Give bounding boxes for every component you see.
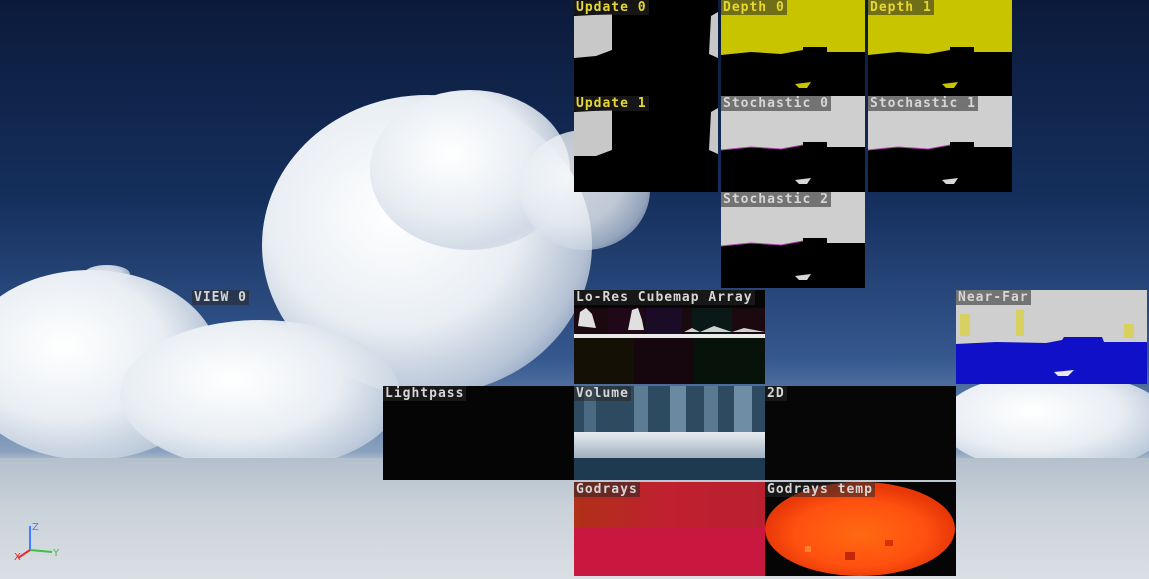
axis-z-label: Z — [32, 522, 39, 533]
axis-x-label: X — [14, 552, 21, 563]
panel-label: 2D — [765, 386, 787, 401]
panel-stochastic-2[interactable]: Stochastic 2 — [721, 192, 865, 288]
panel-label: Lo-Res Cubemap Array — [574, 290, 755, 305]
panel-label: Godrays temp — [765, 482, 875, 497]
panel-label: Stochastic 2 — [721, 192, 831, 207]
panel-depth-1[interactable]: Depth 1 — [868, 0, 1012, 96]
panel-stochastic-0[interactable]: Stochastic 0 — [721, 96, 865, 192]
cloud-bank-right — [940, 372, 1149, 472]
panel-label: Depth 1 — [868, 0, 934, 15]
panel-label: Stochastic 1 — [868, 96, 978, 111]
panel-lightpass[interactable]: Lightpass — [383, 386, 574, 480]
view-label: VIEW 0 — [192, 290, 249, 305]
panel-cubemap-array[interactable]: Lo-Res Cubemap Array — [574, 290, 765, 384]
panel-near-far[interactable]: Near-Far — [956, 290, 1147, 384]
panel-godrays[interactable]: Godrays — [574, 482, 765, 576]
panel-label: Update 1 — [574, 96, 649, 111]
cloud-bank-mid — [120, 320, 400, 470]
panel-label: Stochastic 0 — [721, 96, 831, 111]
panel-depth-0[interactable]: Depth 0 — [721, 0, 865, 96]
panel-update-0[interactable]: Update 0 — [574, 0, 718, 96]
panel-godrays-temp[interactable]: Godrays temp — [765, 482, 956, 576]
panel-label: Godrays — [574, 482, 640, 497]
panel-2d[interactable]: 2D — [765, 386, 956, 480]
panel-label: Lightpass — [383, 386, 467, 401]
panel-label: Update 0 — [574, 0, 649, 15]
scene-viewport[interactable]: VIEW 0 Update 0 Update 1 Depth 0 Depth 1 — [0, 0, 1149, 579]
panel-label: Depth 0 — [721, 0, 787, 15]
panel-label: Near-Far — [956, 290, 1031, 305]
axis-y-label: Y — [52, 548, 60, 559]
panel-label: Volume — [574, 386, 631, 401]
axis-y-line — [29, 549, 53, 553]
panel-volume[interactable]: Volume — [574, 386, 765, 480]
panel-update-1[interactable]: Update 1 — [574, 96, 718, 192]
axis-gizmo: Z Y X — [14, 522, 60, 563]
panel-stochastic-1[interactable]: Stochastic 1 — [868, 96, 1012, 192]
